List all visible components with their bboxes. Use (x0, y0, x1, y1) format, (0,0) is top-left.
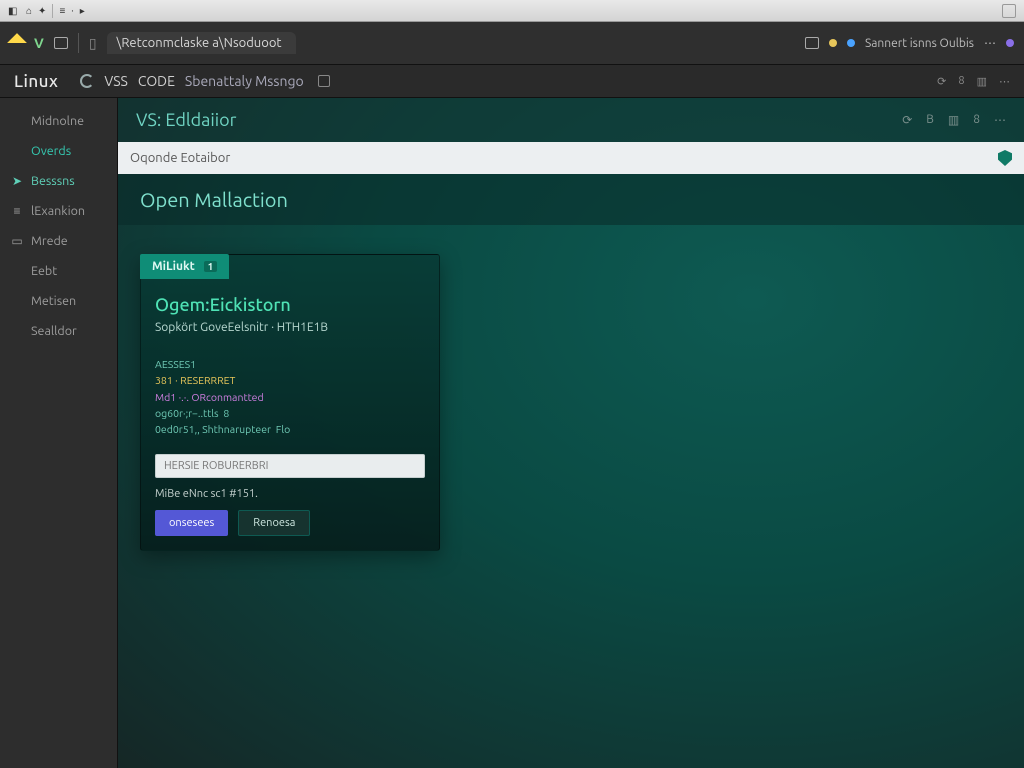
primary-button[interactable]: onsesees (155, 510, 228, 536)
app-logo-icon (7, 33, 27, 53)
sidebar-item[interactable]: Metisen (0, 288, 117, 314)
code-line: Md1 ·.·. ORconmantted (155, 391, 264, 403)
panel-icon (318, 75, 330, 87)
sidebar-item[interactable]: ▭ Mrede (0, 228, 117, 254)
chrome-glyph: ⌂ (26, 5, 32, 17)
path-glyph: ▯ (89, 35, 97, 52)
status-dot-icon (829, 39, 837, 47)
menu-item[interactable]: CODE (138, 73, 175, 89)
list-icon: ≡ (10, 204, 24, 218)
tabbar-right-label: Sannert isnns Oulbis (865, 37, 974, 50)
code-line: AESSES1 (155, 358, 196, 370)
code-line: 0ed0r51,, Shthnarupteer Flo (155, 423, 290, 435)
sync-icon[interactable]: ⟳ (937, 75, 946, 88)
address-bar[interactable]: Oqonde Eotaibor (118, 142, 1024, 174)
panel-title: Ogem:Eickistorn (141, 279, 439, 321)
sidebar-item[interactable]: ➤ Besssns (0, 168, 117, 194)
panel-tab-label: MiLiukt (152, 260, 195, 273)
code-block: AESSES1 381 · RESERRRET Md1 ·.·. ORconma… (141, 338, 439, 448)
brand-label: Linux (14, 72, 58, 91)
sidebar-item-label: Midnolne (31, 114, 84, 128)
panel-icon[interactable] (805, 37, 819, 49)
more-icon[interactable]: ⋯ (999, 75, 1010, 88)
sidebar-item-label: Overds (31, 144, 71, 158)
sidebar: Midnolne Overds ➤ Besssns ≡ lExankion ▭ Mre… (0, 98, 118, 768)
browser-tab-active[interactable]: \Retconmclaske a\Nsoduoot (107, 32, 296, 54)
panel-actions: onsesees Renoesa (141, 500, 439, 536)
sidebar-item[interactable]: Sealldor (0, 318, 117, 344)
meta-text: 8 (958, 75, 964, 87)
panel-hint: MiBe eNnc sc1 #151. (141, 478, 439, 500)
sidebar-item-label: Sealldor (31, 324, 77, 338)
menu-item[interactable]: VSS (104, 73, 128, 89)
more-icon[interactable]: ⋯ (994, 113, 1006, 127)
titlebar-right: ⟳ 8 ▥ ⋯ (937, 75, 1010, 88)
chrome-glyph: ▸ (80, 5, 85, 17)
menu-item[interactable]: Sbenattaly Mssngo (185, 73, 304, 89)
arrow-icon: ➤ (10, 174, 24, 188)
panel-subtitle: Sopkört GoveEelsnitr · HTH1E1B (141, 321, 439, 338)
menu-bar: VSS CODE Sbenattaly Mssngo (80, 73, 329, 89)
sidebar-item[interactable]: Overds (0, 138, 117, 164)
window-icon (54, 37, 68, 49)
sidebar-item[interactable]: ≡ lExankion (0, 198, 117, 224)
os-chrome-strip: ◧ ⌂ ✦ ≡ · ▸ (0, 0, 1024, 22)
sidebar-item[interactable]: Eebt (0, 258, 117, 284)
chrome-glyph: ≡ (59, 5, 65, 17)
secondary-button[interactable]: Renoesa (238, 510, 310, 536)
divider (78, 33, 79, 53)
new-tab-button[interactable] (1002, 4, 1016, 18)
status-dot-icon (847, 39, 855, 47)
sync-icon[interactable]: ⟳ (902, 113, 912, 127)
sidebar-item-label: Metisen (31, 294, 76, 308)
sidebar-item-label: lExankion (31, 204, 85, 218)
code-line: 381 · RESERRRET (155, 374, 235, 386)
divider (52, 4, 53, 18)
code-line: og60r·;r−..ttls 8 (155, 407, 229, 419)
refresh-icon[interactable] (80, 74, 94, 88)
chrome-glyph: ✦ (38, 5, 46, 17)
panel-tab-badge: 1 (204, 261, 218, 272)
tab-title: \Retconmclaske a\Nsoduoot (117, 36, 282, 50)
sidebar-item-label: Eebt (31, 264, 57, 278)
layout-icon[interactable]: ▥ (977, 75, 987, 88)
more-icon[interactable]: ⋯ (984, 36, 996, 50)
open-panel: MiLiukt 1 Ogem:Eickistorn Sopkört GoveEe… (140, 254, 440, 551)
sidebar-item-label: Besssns (31, 174, 75, 188)
meta-text: 8 (973, 113, 980, 127)
status-dot-icon (1006, 39, 1014, 47)
find-input[interactable] (155, 454, 425, 478)
layout-icon[interactable]: ▥ (948, 113, 959, 127)
app-titlebar: Linux VSS CODE Sbenattaly Mssngo ⟳ 8 ▥ ⋯ (0, 64, 1024, 98)
panel-icon: ▭ (10, 234, 24, 248)
browser-tabbar: V ▯ \Retconmclaske a\Nsoduoot Sannert is… (0, 22, 1024, 64)
menu-icon: ◧ (8, 5, 20, 17)
shield-icon (998, 150, 1012, 166)
chrome-glyph: · (71, 5, 73, 16)
editor-header: VS: Edldaiior ⟳ B ▥ 8 ⋯ (118, 98, 1024, 142)
section-title: Open Mallaction (118, 174, 1024, 225)
v-label: V (34, 35, 44, 51)
search-placeholder: Oqonde Eotaibor (130, 151, 230, 165)
sidebar-item[interactable]: Midnolne (0, 108, 117, 134)
editor-title: VS: Edldaiior (136, 110, 236, 130)
panel-tab[interactable]: MiLiukt 1 (140, 254, 229, 279)
sidebar-item-label: Mrede (31, 234, 68, 248)
tabbar-right: Sannert isnns Oulbis ⋯ (805, 36, 1014, 50)
meta-text: B (926, 113, 934, 127)
workspace: VS: Edldaiior ⟳ B ▥ 8 ⋯ Oqonde Eotaibor … (118, 98, 1024, 768)
